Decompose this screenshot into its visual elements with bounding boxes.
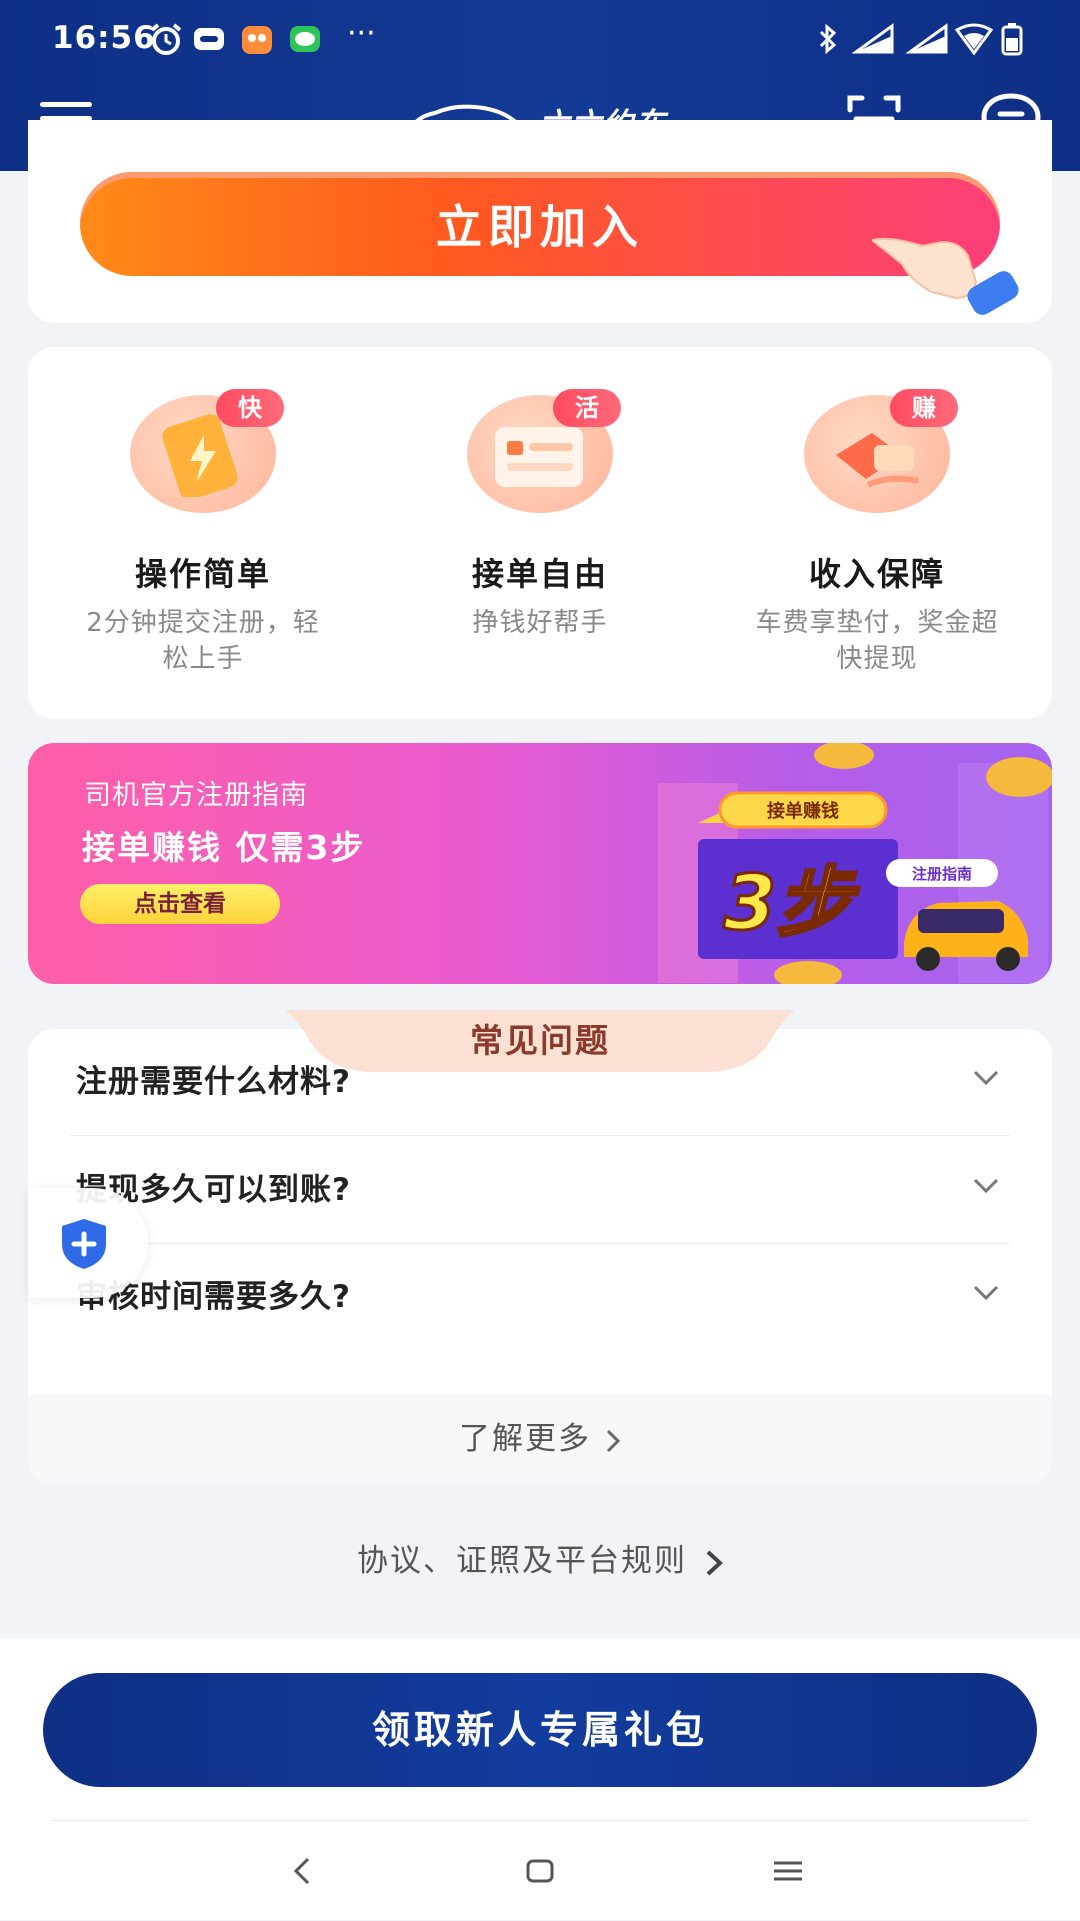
chevron-down-icon	[973, 1285, 999, 1301]
app-notification-icon	[194, 28, 224, 50]
wechat-icon	[290, 26, 320, 52]
feature-tag: 快	[216, 389, 284, 427]
home-icon[interactable]	[520, 1851, 560, 1891]
signal-2-icon	[906, 23, 948, 54]
safety-float-button[interactable]	[28, 1188, 148, 1298]
wifi-icon	[954, 23, 994, 56]
chevron-down-icon	[973, 1178, 999, 1194]
art-ribbon-text: 接单赚钱	[767, 800, 839, 822]
features-card: 快 操作简单 2分钟提交注册，轻松上手 活 接单自由 挣钱好帮手 赚 收入保障 …	[28, 347, 1052, 719]
bottom-bar: 领取新人专属礼包	[0, 1638, 1080, 1920]
pointing-hand-icon	[872, 237, 1019, 315]
alarm-icon	[150, 23, 182, 55]
faq-item[interactable]: 审核时间需要多久?	[70, 1244, 1010, 1350]
rules-label: 协议、证照及平台规则	[357, 1543, 687, 1579]
feature-title: 收入保障	[808, 555, 945, 593]
feature-title: 操作简单	[134, 555, 271, 593]
join-now-button[interactable]: 立即加入	[80, 172, 1000, 276]
faq-title-tab: 常见问题	[285, 1010, 795, 1072]
art-tag-text: 注册指南	[912, 865, 972, 883]
feature-art: 活	[467, 389, 621, 513]
bluetooth-icon	[819, 23, 837, 55]
learn-more-link[interactable]: 了解更多	[28, 1394, 1052, 1484]
back-icon[interactable]	[282, 1851, 322, 1891]
status-time: 16:56	[52, 20, 156, 56]
feature-title: 接单自由	[471, 555, 608, 593]
shield-plus-icon	[62, 1219, 106, 1269]
chevron-down-icon	[973, 1070, 999, 1086]
rules-link[interactable]: 协议、证照及平台规则	[0, 1535, 1080, 1580]
feature-item: 活 接单自由 挣钱好帮手	[375, 347, 705, 641]
system-nav-bar	[52, 1820, 1028, 1921]
three-steps-illustration: 接单赚钱 3步 注册指南	[658, 743, 1052, 984]
status-bar: 16:56 ···	[0, 0, 1080, 80]
faq-title: 常见问题	[470, 1021, 610, 1060]
money-hand-icon	[836, 433, 919, 488]
battery-icon	[1001, 23, 1023, 56]
recents-icon[interactable]	[768, 1851, 808, 1891]
chevron-right-icon	[706, 1550, 723, 1575]
more-notifications-icon: ···	[347, 16, 376, 51]
view-guide-button[interactable]: 点击查看	[80, 884, 280, 924]
banner-headline: 接单赚钱 仅需3步	[82, 828, 366, 867]
feature-tag: 赚	[890, 389, 958, 427]
order-ticket-icon	[495, 427, 583, 487]
learn-more-label: 了解更多	[459, 1421, 591, 1457]
feature-art: 赚	[804, 389, 958, 513]
feature-item: 赚 收入保障 车费享垫付，奖金超快提现	[712, 347, 1042, 677]
registration-guide-banner[interactable]: 司机官方注册指南 接单赚钱 仅需3步 点击查看 接单赚钱 3步 注册指南	[28, 743, 1052, 984]
feature-art: 快	[130, 389, 284, 513]
claim-gift-button[interactable]: 领取新人专属礼包	[43, 1673, 1037, 1787]
faq-card: 注册需要什么材料? 提现多久可以到账? 审核时间需要多久? 了解更多	[28, 1029, 1052, 1484]
banner-subtitle: 司机官方注册指南	[84, 780, 308, 811]
art-big-text: 3步	[724, 858, 860, 947]
faq-item[interactable]: 提现多久可以到账?	[70, 1137, 1010, 1244]
feature-item: 快 操作简单 2分钟提交注册，轻松上手	[38, 347, 368, 677]
chevron-right-icon	[606, 1429, 621, 1452]
feature-desc: 2分钟提交注册，轻松上手	[86, 608, 320, 674]
game-notification-icon	[242, 26, 272, 54]
feature-tag: 活	[553, 389, 621, 427]
feature-desc: 车费享垫付，奖金超快提现	[755, 608, 999, 674]
feature-desc: 挣钱好帮手	[472, 608, 608, 638]
signal-icon	[852, 23, 894, 54]
